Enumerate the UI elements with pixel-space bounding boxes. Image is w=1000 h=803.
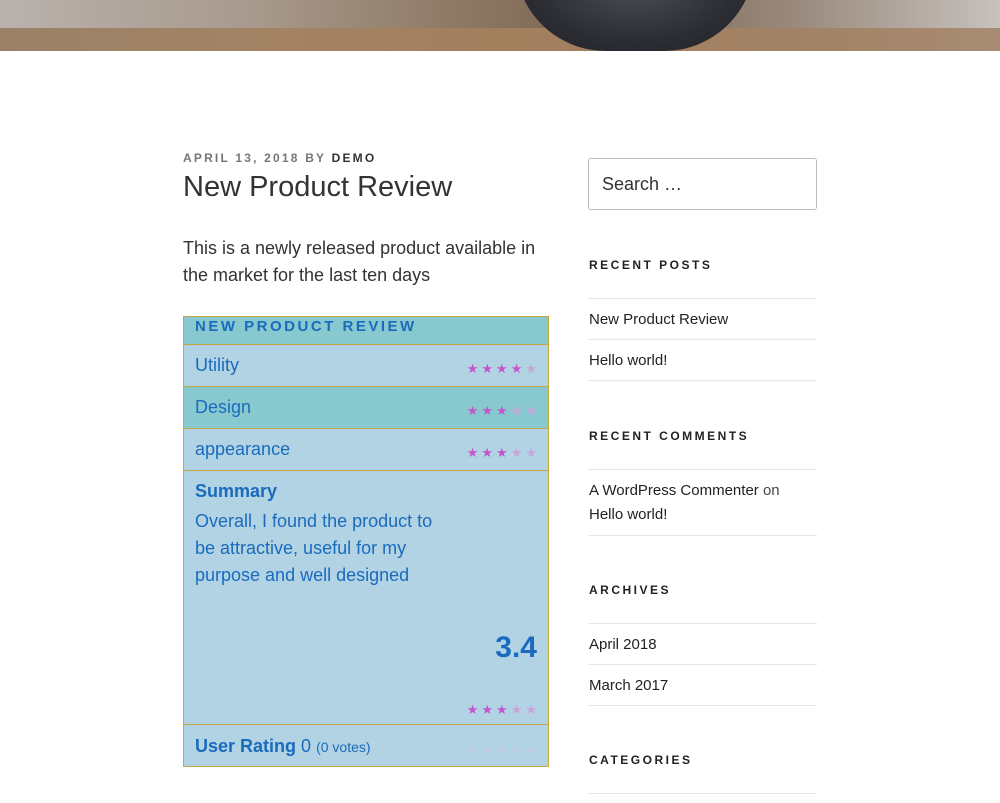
recent-posts-title: RECENT POSTS: [589, 258, 713, 272]
criterion-label: appearance: [195, 439, 291, 459]
post-title: New Product Review: [183, 171, 453, 203]
search-input[interactable]: [589, 159, 816, 209]
star-icon[interactable]: ★: [525, 743, 537, 756]
comment-post-link[interactable]: Hello world!: [589, 506, 667, 523]
star-icon[interactable]: ★: [496, 743, 508, 756]
star-icon: ★: [496, 445, 508, 460]
archives-title: ARCHIVES: [589, 583, 672, 597]
star-icon: ★: [466, 702, 479, 717]
star-icon: ★: [510, 361, 523, 376]
star-icon: ★: [525, 445, 537, 460]
criterion-stars: ★ ★ ★ ★ ★: [467, 404, 537, 417]
categories-divider: [588, 793, 817, 794]
header-image: [0, 0, 1000, 51]
star-icon: ★: [481, 361, 494, 376]
list-item: Hello world!: [588, 340, 817, 381]
archive-link[interactable]: March 2017: [589, 677, 668, 694]
review-criterion-row: Utility ★ ★ ★ ★ ★: [184, 345, 548, 387]
star-icon: ★: [510, 403, 523, 418]
list-item: New Product Review: [588, 299, 817, 340]
summary-text: Overall, I found the product to be attra…: [195, 511, 433, 585]
list-item: A WordPress Commenter on Hello world!: [588, 470, 817, 536]
criterion-label: Design: [195, 397, 252, 417]
list-item: March 2017: [588, 665, 817, 706]
post-date-link[interactable]: APRIL 13, 2018: [183, 151, 300, 165]
star-icon: ★: [481, 445, 494, 460]
star-icon: ★: [466, 361, 479, 376]
star-icon: ★: [510, 445, 523, 460]
star-icon: ★: [510, 702, 523, 717]
archives-list: April 2018 March 2017: [588, 623, 817, 706]
star-icon: ★: [496, 702, 508, 717]
recent-post-link[interactable]: New Product Review: [589, 311, 728, 328]
star-icon: ★: [525, 361, 537, 376]
star-icon: ★: [466, 445, 479, 460]
star-icon: ★: [496, 403, 508, 418]
categories-title: CATEGORIES: [589, 753, 693, 767]
user-rating: User Rating 0 (0 votes): [195, 736, 371, 757]
comment-on-text: on: [762, 482, 780, 499]
star-icon: ★: [496, 361, 508, 376]
user-rating-stars[interactable]: ★ ★ ★ ★ ★: [467, 743, 537, 756]
post-author-link[interactable]: DEMO: [332, 151, 377, 165]
criterion-stars: ★ ★ ★ ★ ★: [467, 362, 537, 375]
review-criterion-row: appearance ★ ★ ★ ★ ★: [184, 429, 548, 471]
archive-link[interactable]: April 2018: [589, 636, 657, 653]
search-form: [588, 158, 817, 210]
star-icon[interactable]: ★: [481, 743, 493, 756]
review-criterion-row: Design ★ ★ ★ ★ ★: [184, 387, 548, 429]
star-icon: ★: [525, 403, 537, 418]
review-score: 3.4: [495, 631, 537, 664]
star-icon: ★: [466, 403, 479, 418]
recent-post-link[interactable]: Hello world!: [589, 352, 667, 369]
recent-posts-list: New Product Review Hello world!: [588, 298, 817, 381]
star-icon[interactable]: ★: [467, 743, 479, 756]
post-meta: APRIL 13, 2018 BY DEMO: [183, 151, 376, 165]
criterion-label: Utility: [195, 355, 239, 375]
star-icon: ★: [481, 403, 494, 418]
user-rating-value: 0: [301, 735, 312, 756]
post-intro: This is a newly released product availab…: [183, 238, 536, 285]
user-rating-row: User Rating 0 (0 votes) ★ ★ ★ ★ ★: [184, 725, 548, 767]
summary-stars: ★ ★ ★ ★ ★: [467, 703, 537, 716]
user-rating-votes: (0 votes): [316, 738, 371, 755]
summary-heading: Summary: [195, 481, 278, 501]
comment-author-link[interactable]: A WordPress Commenter: [589, 482, 759, 499]
post-meta-by: BY: [305, 151, 327, 165]
recent-comments-list: A WordPress Commenter on Hello world!: [588, 469, 817, 536]
review-summary: Summary Overall, I found the product to …: [184, 471, 548, 725]
recent-comments-title: RECENT COMMENTS: [589, 429, 750, 443]
list-item: April 2018: [588, 624, 817, 665]
header-image-table: [0, 28, 1000, 51]
star-icon: ★: [525, 702, 537, 717]
star-icon: ★: [481, 702, 494, 717]
user-rating-label: User Rating: [195, 735, 297, 756]
criterion-stars: ★ ★ ★ ★ ★: [467, 446, 537, 459]
star-icon[interactable]: ★: [511, 743, 523, 756]
review-box: NEW PRODUCT REVIEW Utility ★ ★ ★ ★ ★ Design …: [183, 316, 549, 767]
review-title: NEW PRODUCT REVIEW: [184, 317, 548, 345]
